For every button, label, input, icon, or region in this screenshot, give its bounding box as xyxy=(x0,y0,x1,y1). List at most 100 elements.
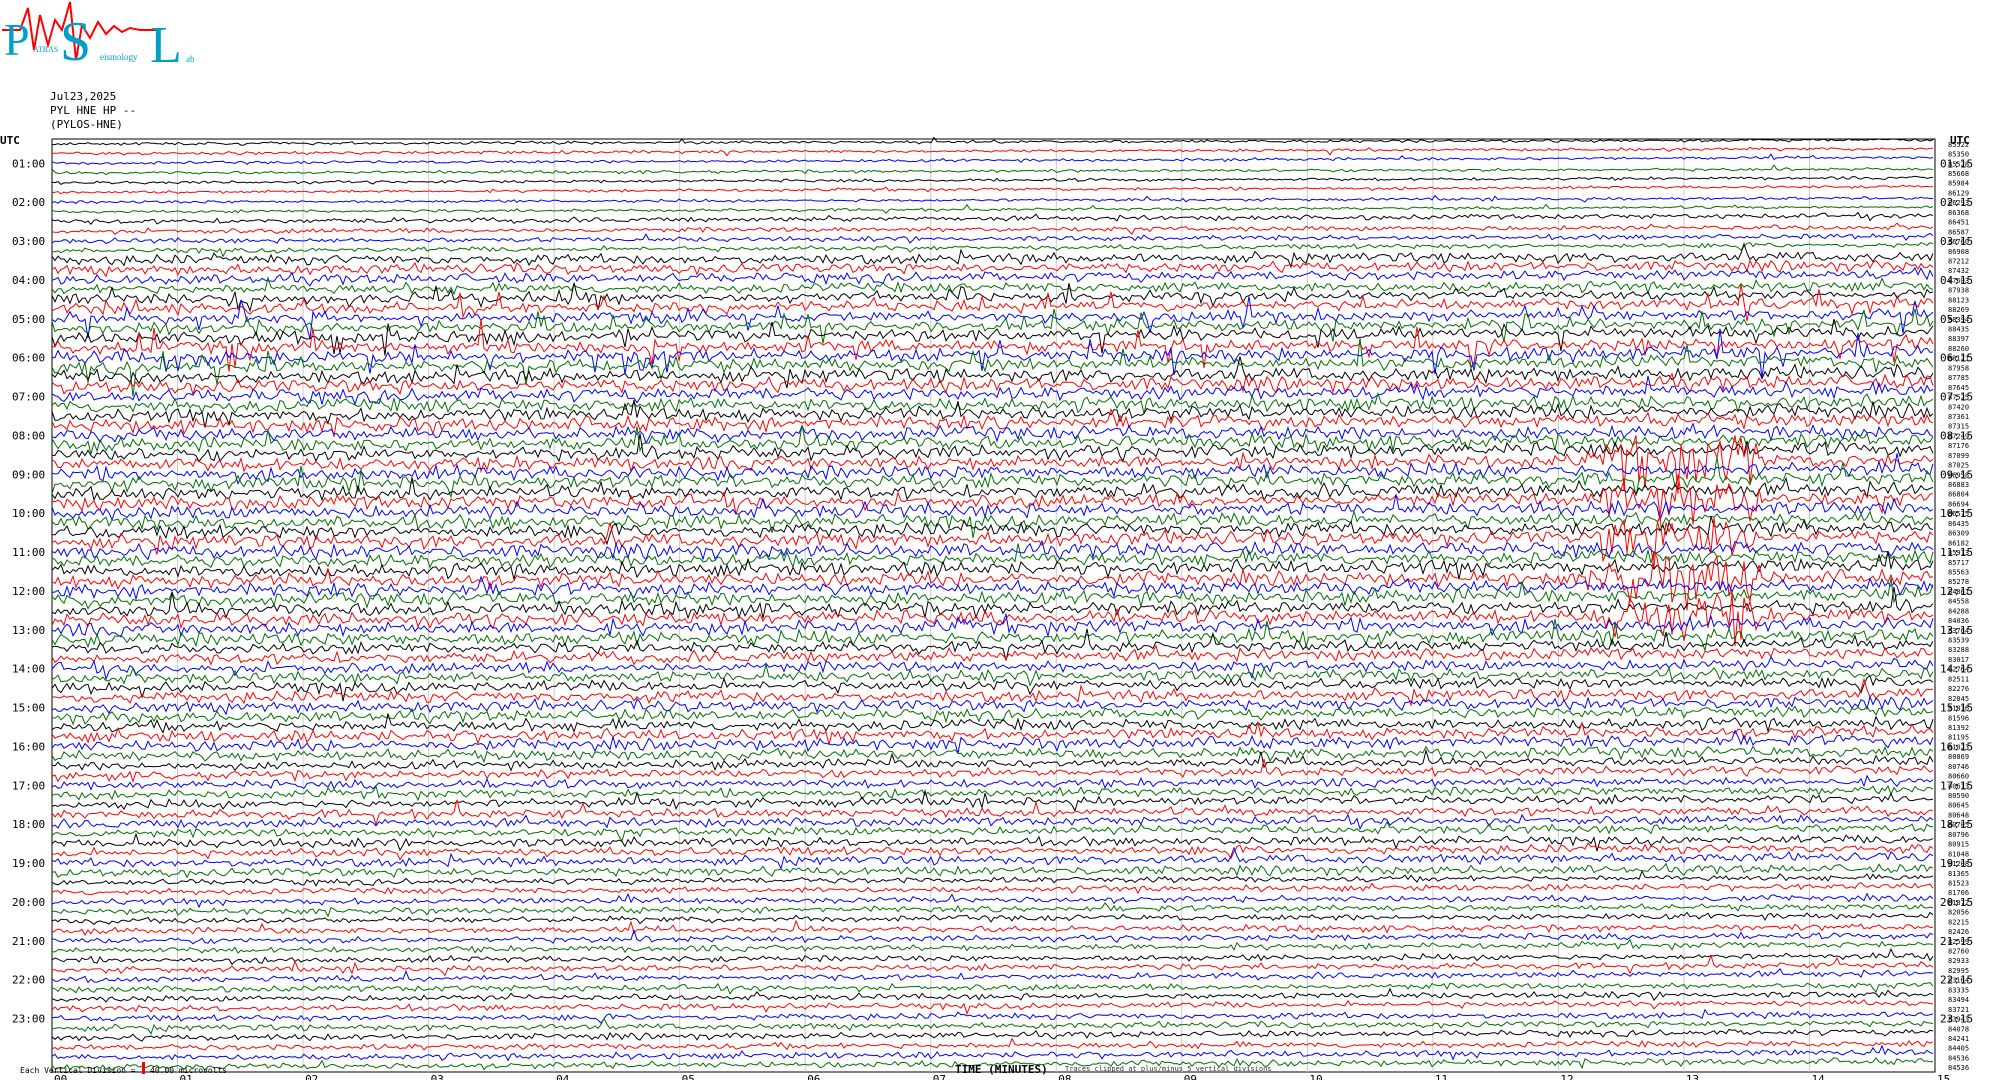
x-tick-label: 07 xyxy=(933,1073,946,1080)
seismogram-trace xyxy=(51,954,1934,977)
trace-count-label: 81596 xyxy=(1948,714,1969,722)
left-hour-label: 01:00 xyxy=(12,157,45,170)
seismogram-trace xyxy=(51,748,1934,772)
seismogram-trace xyxy=(51,1028,1934,1042)
seismogram-trace xyxy=(51,1044,1934,1062)
right-hour-label: 06:15 xyxy=(1940,352,1973,365)
right-hour-label: 21:15 xyxy=(1940,935,1973,948)
trace-count-label: 82933 xyxy=(1948,957,1969,965)
right-hour-label: 17:15 xyxy=(1940,779,1973,792)
left-hour-label: 12:00 xyxy=(12,585,45,598)
trace-count-label: 84536 xyxy=(1948,1064,1969,1072)
trace-count-label: 82215 xyxy=(1948,918,1969,926)
trace-count-label: 84078 xyxy=(1948,1025,1969,1033)
seismogram-trace xyxy=(51,164,1934,176)
trace-count-label: 80645 xyxy=(1948,802,1969,810)
trace-count-label: 80869 xyxy=(1948,753,1969,761)
seismogram-trace xyxy=(51,153,1934,166)
left-hour-label: 10:00 xyxy=(12,507,45,520)
x-axis-label: TIME (MINUTES) xyxy=(955,1063,1048,1076)
trace-count-label: 87176 xyxy=(1948,442,1969,450)
right-hour-label: 03:15 xyxy=(1940,235,1973,248)
seismogram-trace xyxy=(51,1008,1934,1024)
left-hour-label: 18:00 xyxy=(12,818,45,831)
seismogram-trace xyxy=(51,175,1934,186)
trace-count-label: 88123 xyxy=(1948,296,1969,304)
left-hour-label: 07:00 xyxy=(12,391,45,404)
right-hour-label: 02:15 xyxy=(1940,196,1973,209)
trace-count-label: 83288 xyxy=(1948,646,1969,654)
seismogram-trace xyxy=(51,433,1934,463)
seismogram-trace xyxy=(51,729,1934,754)
seismogram-trace xyxy=(51,987,1934,1003)
trace-count-label: 86435 xyxy=(1948,520,1969,528)
seismogram-trace xyxy=(51,184,1934,195)
trace-count-label: 87938 xyxy=(1948,287,1969,295)
right-hour-label: 23:15 xyxy=(1940,1013,1973,1026)
x-tick-label: 05 xyxy=(682,1073,695,1080)
right-hour-label: 09:15 xyxy=(1940,468,1973,481)
seismogram-trace xyxy=(51,318,1934,356)
right-hour-label: 12:15 xyxy=(1940,585,1973,598)
trace-count-label: 87361 xyxy=(1948,413,1969,421)
x-tick-label: 06 xyxy=(807,1073,820,1080)
right-hour-label: 14:15 xyxy=(1940,663,1973,676)
x-tick-label: 04 xyxy=(556,1073,570,1080)
trace-count-label: 82760 xyxy=(1948,948,1969,956)
right-hour-label: 16:15 xyxy=(1940,740,1973,753)
trace-count-label: 82511 xyxy=(1948,675,1969,683)
left-hour-label: 13:00 xyxy=(12,624,45,637)
trace-count-label: 83539 xyxy=(1948,637,1969,645)
right-hour-label: 15:15 xyxy=(1940,702,1973,715)
trace-count-label: 86804 xyxy=(1948,491,1969,499)
right-hour-label: 11:15 xyxy=(1940,546,1973,559)
scale-marker xyxy=(142,1062,145,1074)
seismogram-trace xyxy=(51,967,1934,984)
right-hour-label: 18:15 xyxy=(1940,818,1973,831)
left-hour-label: 21:00 xyxy=(12,935,45,948)
trace-count-label: 81392 xyxy=(1948,724,1969,732)
seismogram-trace xyxy=(51,1017,1934,1035)
trace-count-label: 86908 xyxy=(1948,248,1969,256)
scale-note: Each Vertical Division = 40.00 microvolt… xyxy=(20,1066,228,1075)
seismogram-trace xyxy=(51,998,1934,1016)
helicorder-plot: 00 01 02 03 04 05 06 07 08 09 10 11 12 13 14 1585522853… xyxy=(12,136,1973,1080)
trace-count-label: 85984 xyxy=(1948,180,1969,188)
left-hour-label: 19:00 xyxy=(12,857,45,870)
trace-count-label: 87785 xyxy=(1948,374,1969,382)
trace-count-label: 80796 xyxy=(1948,831,1969,839)
seismogram-trace xyxy=(51,881,1934,896)
seismogram-trace xyxy=(51,947,1934,966)
seismogram-trace xyxy=(51,275,1934,296)
seismogram-trace xyxy=(51,745,1934,764)
left-hour-label: 06:00 xyxy=(12,352,45,365)
trace-count-label: 83494 xyxy=(1948,996,1969,1004)
left-hour-label: 09:00 xyxy=(12,468,45,481)
seismogram-trace xyxy=(51,1037,1934,1051)
trace-count-label: 87099 xyxy=(1948,452,1969,460)
seismogram-trace xyxy=(51,391,1934,414)
trace-count-label: 80915 xyxy=(1948,841,1969,849)
right-hour-label: 05:15 xyxy=(1940,313,1973,326)
trace-count-label: 87420 xyxy=(1948,403,1969,411)
seismogram-trace xyxy=(51,551,1934,580)
left-hour-label: 20:00 xyxy=(12,896,45,909)
seismogram-trace xyxy=(51,862,1934,879)
seismogram-trace xyxy=(51,211,1934,225)
seismogram-trace xyxy=(51,372,1934,396)
left-hour-label: 05:00 xyxy=(12,313,45,326)
seismogram-trace xyxy=(51,194,1934,205)
trace-count-label: 88435 xyxy=(1948,326,1969,334)
x-tick-label: 11 xyxy=(1435,1073,1448,1080)
left-hour-label: 23:00 xyxy=(12,1013,45,1026)
seismogram-trace xyxy=(51,644,1934,666)
seismogram-trace xyxy=(51,232,1934,244)
right-hour-label: 08:15 xyxy=(1940,429,1973,442)
trace-count-label: 87958 xyxy=(1948,364,1969,372)
seismogram-trace xyxy=(51,494,1934,522)
trace-count-label: 86451 xyxy=(1948,219,1969,227)
x-tick-label: 03 xyxy=(431,1073,444,1080)
x-tick-label: 15 xyxy=(1937,1073,1950,1080)
seismogram-trace xyxy=(51,919,1934,937)
seismogram-trace xyxy=(52,146,1934,157)
